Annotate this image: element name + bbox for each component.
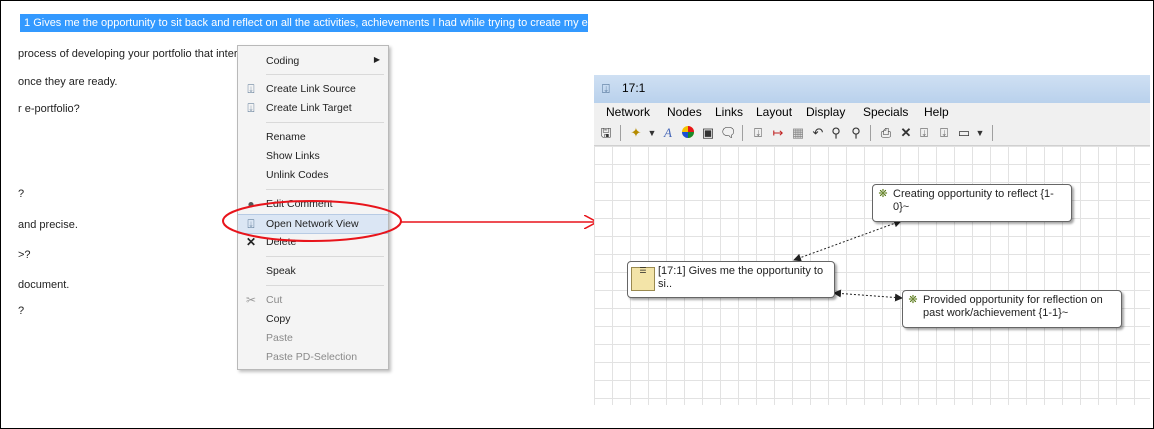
menu-layout[interactable]: Layout [756,105,792,119]
network-canvas[interactable]: ❋ Creating opportunity to reflect {1-0}~… [594,146,1150,405]
dropdown-arrow-icon[interactable]: ▼ [644,125,660,141]
toolbar-separator [742,125,743,141]
code-node-creating-opportunity[interactable]: ❋ Creating opportunity to reflect {1-0}~ [872,184,1072,222]
menu-nodes[interactable]: Nodes [667,105,702,119]
menu-item-speak[interactable]: Speak [238,262,388,280]
window-titlebar[interactable]: ⍗ 17:1 [594,75,1150,103]
submenu-arrow-icon: ▶ [373,55,380,64]
document-line: process of developing your portfolio tha… [18,48,385,60]
save-icon[interactable]: 🖫 [598,125,614,141]
new-node-icon[interactable]: ✦ [628,125,644,141]
highlighted-quotation[interactable]: 1 Gives me the opportunity to sit back a… [20,14,588,32]
document-line: ? [18,188,25,200]
menu-item-paste[interactable]: Paste [238,329,388,347]
code-node-provided-opportunity[interactable]: ❋ Provided opportunity for reflection on… [902,290,1122,328]
menu-network[interactable]: Network [606,105,650,119]
code-icon: ❋ [908,294,918,306]
dropdown-arrow-icon[interactable]: ▼ [972,125,988,141]
toolbar-separator [992,125,993,141]
menu-item-create-link-source[interactable]: ⍗ Create Link Source [238,80,388,98]
link-source-icon[interactable]: ⍗ [916,125,932,141]
document-line: ? [18,305,25,317]
toolbar-separator [620,125,621,141]
link-icon[interactable]: ↦ [770,125,786,141]
network-view-icon: ⍗ [247,217,255,231]
delete-icon: ✕ [245,235,257,249]
fill-color-icon[interactable]: ▣ [700,125,716,141]
network-icon[interactable]: ⍗ [750,125,766,141]
display-icon[interactable]: ▭ [956,125,972,141]
zoom-in-icon[interactable]: ⚲ [848,125,864,141]
quotation-node[interactable]: ☰ [17:1] Gives me the opportunity to si.… [627,261,835,298]
menu-item-delete[interactable]: ✕ Delete [238,233,388,251]
menu-separator [266,74,384,75]
zoom-out-icon[interactable]: ⚲ [828,125,844,141]
document-line: >? [18,249,31,261]
menu-help[interactable]: Help [924,105,949,119]
link-quote-to-code1[interactable] [793,219,902,262]
toolbar-separator [870,125,871,141]
window-title: 17:1 [622,81,646,95]
menu-separator [266,122,384,123]
document-line: once they are ready. [18,76,118,88]
menu-item-create-link-target[interactable]: ⍗ Create Link Target [238,99,388,117]
menu-specials[interactable]: Specials [863,105,908,119]
context-menu: Coding ▶ ⍗ Create Link Source ⍗ Create L… [237,45,389,370]
menu-display[interactable]: Display [806,105,845,119]
network-view-icon: ⍗ [602,81,610,96]
menu-item-cut[interactable]: ✂ Cut [238,291,388,309]
link-quote-to-code2[interactable] [833,289,903,302]
comment-icon: ● [247,197,255,211]
document-line: r e-portfolio? [18,103,80,115]
link-target-icon: ⍗ [247,101,255,115]
link-source-icon: ⍗ [247,82,255,96]
menu-separator [266,189,384,190]
document-line: and precise. [18,219,78,231]
network-view-window: ⍗ 17:1 Network Nodes Links Layout Displa… [594,75,1150,405]
document-line: document. [18,279,70,291]
cut-icon: ✂ [245,293,257,307]
menu-item-rename[interactable]: Rename [238,128,388,146]
grid-icon[interactable]: ▦ [790,125,806,141]
menu-bar: Network Nodes Links Layout Display Speci… [594,103,1150,121]
menu-item-unlink-codes[interactable]: Unlink Codes [238,166,388,184]
undo-icon[interactable]: ↶ [810,125,826,141]
menu-item-open-network-view[interactable]: ⍗ Open Network View [238,214,388,234]
menu-links[interactable]: Links [715,105,743,119]
comment-icon[interactable]: 🗨 [720,125,737,141]
delete-icon[interactable]: ✕ [898,125,914,141]
menu-item-coding[interactable]: Coding ▶ [238,52,388,70]
code-icon: ❋ [878,188,888,200]
toolbar: 🖫 ✦ ▼ A ▣ 🗨 ⍗ ↦ ▦ ↶ ⚲ ⚲ ⎙ ✕ ⍗ ⍗ ▭ ▼ [594,121,1150,146]
menu-separator [266,285,384,286]
menu-separator [266,256,384,257]
font-icon[interactable]: A [660,125,676,141]
menu-item-edit-comment[interactable]: ● Edit Comment [238,195,388,213]
print-icon[interactable]: ⎙ [878,125,894,141]
menu-item-copy[interactable]: Copy [238,310,388,328]
link-target-icon[interactable]: ⍗ [936,125,952,141]
menu-item-paste-pd-selection[interactable]: Paste PD-Selection [238,348,388,366]
color-wheel-icon[interactable] [680,125,696,141]
quotation-icon: ☰ [631,267,655,291]
menu-item-show-links[interactable]: Show Links [238,147,388,165]
